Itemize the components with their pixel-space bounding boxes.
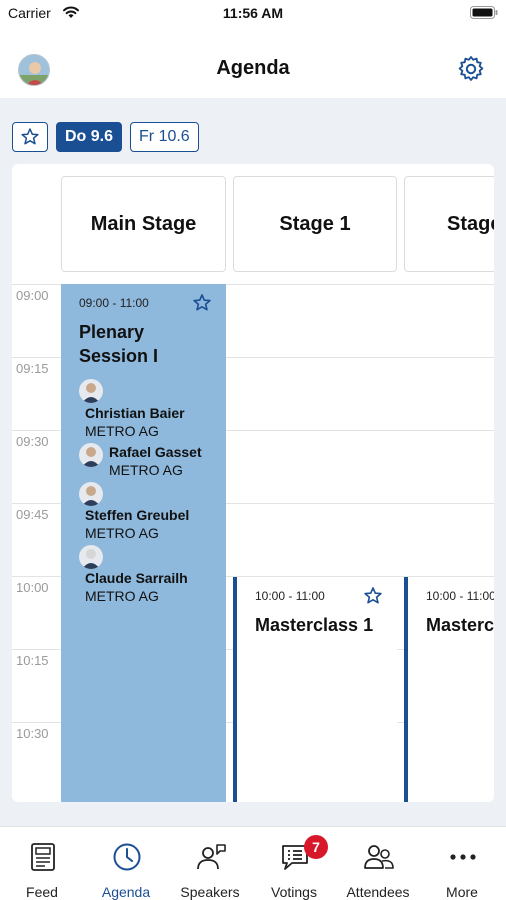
speaker-name[interactable]: Claude Sarrailh	[85, 570, 188, 586]
tab-agenda[interactable]: Agenda	[84, 827, 168, 900]
tab-feed[interactable]: Feed	[0, 827, 84, 900]
tab-speakers[interactable]: Speakers	[168, 827, 252, 900]
status-time: 11:56 AM	[222, 5, 284, 21]
feed-icon	[31, 843, 55, 871]
speaker-org: METRO AG	[109, 462, 183, 478]
tab-attendees[interactable]: Attendees	[336, 827, 420, 900]
tab-label: Agenda	[101, 884, 151, 900]
speaker-org: METRO AG	[85, 588, 159, 604]
favorites-filter-button[interactable]	[12, 122, 48, 152]
session-masterclass-2[interactable]: 10:00 - 11:00 Masterclass 2	[404, 577, 494, 802]
star-icon[interactable]	[192, 293, 212, 313]
time-label: 09:30	[16, 434, 49, 449]
schedule-grid[interactable]: 09:00 09:15 09:30 09:45 10:00 10:15 10:3…	[12, 164, 494, 802]
day-tab-do[interactable]: Do 9.6	[56, 122, 123, 152]
speaker-org: METRO AG	[85, 525, 159, 541]
day-selector: Do 9.6 Fr 10.6	[12, 122, 199, 152]
tab-bar: Feed Agenda Speakers 7 Votings Attendees…	[0, 826, 506, 900]
tab-label: Speakers	[180, 884, 240, 900]
speaker-photo	[79, 545, 103, 569]
clock-icon	[113, 843, 141, 871]
tab-label: More	[446, 884, 478, 900]
tab-label: Votings	[271, 884, 317, 900]
day-tab-fr[interactable]: Fr 10.6	[130, 122, 199, 152]
person-photo-icon	[82, 447, 100, 467]
gear-icon[interactable]	[456, 54, 486, 84]
stage-header-stage-2[interactable]: Stage 2	[404, 176, 494, 272]
star-icon	[21, 128, 39, 145]
session-title: Masterclass 2	[426, 615, 494, 635]
time-label: 10:15	[16, 653, 49, 668]
speaker-name[interactable]: Rafael Gasset	[109, 444, 202, 460]
star-icon[interactable]	[363, 586, 383, 606]
tab-votings[interactable]: 7 Votings	[252, 827, 336, 900]
app-header: Agenda	[0, 40, 506, 98]
session-title: Masterclass 1	[255, 615, 374, 635]
tab-more[interactable]: More	[420, 827, 506, 900]
session-title-line: Session I	[79, 346, 159, 366]
person-photo-icon	[82, 549, 100, 569]
speaker-name[interactable]: Christian Baier	[85, 405, 185, 421]
tab-label: Feed	[26, 884, 58, 900]
speakers-icon	[197, 844, 226, 870]
more-icon	[450, 854, 476, 860]
time-label: 09:00	[16, 288, 49, 303]
person-photo-icon	[82, 486, 100, 506]
time-label: 10:00	[16, 580, 49, 595]
agenda-content: Do 9.6 Fr 10.6 09:00 09:15 09:30 09:45 1…	[0, 98, 506, 826]
session-time: 10:00 - 11:00	[255, 589, 325, 603]
speaker-photo	[79, 482, 103, 506]
page-title: Agenda	[216, 57, 290, 79]
session-title: Plenary Session I	[79, 320, 158, 368]
time-label: 09:15	[16, 361, 49, 376]
session-title-line: Plenary	[79, 322, 145, 342]
session-plenary[interactable]: 09:00 - 11:00 Plenary Session I Christia…	[61, 284, 226, 802]
speaker-org: METRO AG	[85, 423, 159, 439]
time-label: 09:45	[16, 507, 49, 522]
session-time: 10:00 - 11:00	[426, 589, 494, 603]
stage-header-main[interactable]: Main Stage	[61, 176, 226, 272]
battery-icon	[470, 6, 498, 19]
time-label: 10:30	[16, 726, 49, 741]
attendees-icon	[364, 845, 394, 869]
stage-header-stage-1[interactable]: Stage 1	[233, 176, 397, 272]
notification-badge: 7	[304, 835, 328, 859]
speaker-photo	[79, 443, 103, 467]
tab-label: Attendees	[346, 884, 410, 900]
speaker-name[interactable]: Steffen Greubel	[85, 507, 189, 523]
person-photo-icon	[82, 383, 100, 403]
session-time: 09:00 - 11:00	[79, 296, 149, 310]
speaker-photo	[79, 379, 103, 403]
session-masterclass-1[interactable]: 10:00 - 11:00 Masterclass 1	[233, 577, 397, 802]
status-bar: Carrier 11:56 AM	[0, 0, 506, 28]
